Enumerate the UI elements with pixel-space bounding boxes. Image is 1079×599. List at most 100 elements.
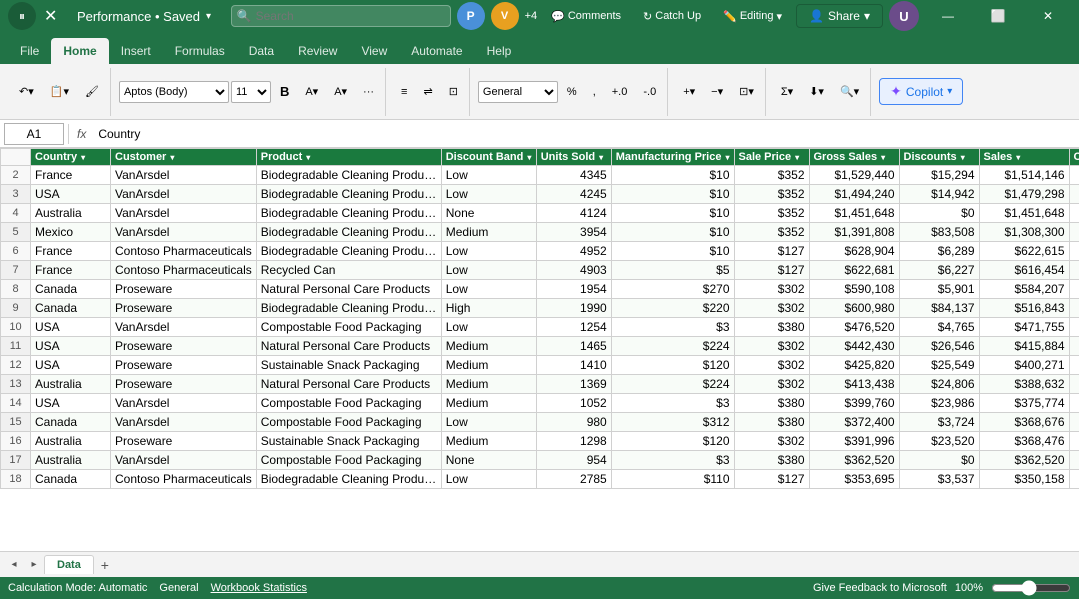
cell-units[interactable]: 1954 xyxy=(536,280,611,299)
cell-sales[interactable]: $471,755 xyxy=(979,318,1069,337)
cell-cogs[interactable]: $ xyxy=(1069,185,1079,204)
cell-sale-price[interactable]: $380 xyxy=(734,413,809,432)
filter-arrow-f[interactable]: ▾ xyxy=(725,153,729,162)
cell-product[interactable]: Natural Personal Care Products xyxy=(256,375,441,394)
title-arrow[interactable]: ▾ xyxy=(206,11,211,22)
filter-arrow-b[interactable]: ▾ xyxy=(170,153,174,162)
clipboard-button[interactable]: 📋▾ xyxy=(43,81,76,102)
cell-discount[interactable]: Low xyxy=(441,185,536,204)
cell-sales[interactable]: $584,207 xyxy=(979,280,1069,299)
filter-arrow-h[interactable]: ▾ xyxy=(881,153,885,162)
table-row[interactable]: 2 France VanArsdel Biodegradable Cleanin… xyxy=(1,166,1079,185)
table-row[interactable]: 16 Australia Proseware Sustainable Snack… xyxy=(1,432,1079,451)
cell-customer[interactable]: VanArsdel xyxy=(111,204,257,223)
cell-product[interactable]: Biodegradable Cleaning Products xyxy=(256,166,441,185)
tab-review[interactable]: Review xyxy=(286,38,349,64)
cell-country[interactable]: USA xyxy=(31,356,111,375)
cell-customer[interactable]: VanArsdel xyxy=(111,318,257,337)
cell-gross-sales[interactable]: $425,820 xyxy=(809,356,899,375)
cell-discount[interactable]: High xyxy=(441,299,536,318)
cell-cogs[interactable]: $ xyxy=(1069,261,1079,280)
table-row[interactable]: 15 Canada VanArsdel Compostable Food Pac… xyxy=(1,413,1079,432)
cell-gross-sales[interactable]: $622,681 xyxy=(809,261,899,280)
tab-data[interactable]: Data xyxy=(237,38,286,64)
cell-country[interactable]: USA xyxy=(31,394,111,413)
delete-cells-button[interactable]: −▾ xyxy=(704,81,730,102)
cell-discounts[interactable]: $6,227 xyxy=(899,261,979,280)
cell-customer[interactable]: Contoso Pharmaceuticals xyxy=(111,261,257,280)
cell-discount[interactable]: Low xyxy=(441,413,536,432)
tab-formulas[interactable]: Formulas xyxy=(163,38,237,64)
cell-discounts[interactable]: $25,549 xyxy=(899,356,979,375)
cell-discounts[interactable]: $6,289 xyxy=(899,242,979,261)
col-header-k[interactable]: COGS▾ xyxy=(1069,149,1079,166)
formula-input[interactable]: Country xyxy=(94,123,1075,145)
cell-gross-sales[interactable]: $372,400 xyxy=(809,413,899,432)
cell-cogs[interactable]: $3 xyxy=(1069,375,1079,394)
cell-country[interactable]: Australia xyxy=(31,451,111,470)
cell-gross-sales[interactable]: $1,391,808 xyxy=(809,223,899,242)
cell-sale-price[interactable]: $302 xyxy=(734,356,809,375)
cell-mfg-price[interactable]: $120 xyxy=(611,432,734,451)
cell-gross-sales[interactable]: $413,438 xyxy=(809,375,899,394)
fill-color-button[interactable]: A▾ xyxy=(298,81,325,102)
cell-gross-sales[interactable]: $362,520 xyxy=(809,451,899,470)
tab-insert[interactable]: Insert xyxy=(109,38,163,64)
workbook-stats[interactable]: Workbook Statistics xyxy=(211,582,307,594)
cell-discounts[interactable]: $14,942 xyxy=(899,185,979,204)
cell-sale-price[interactable]: $352 xyxy=(734,204,809,223)
sum-button[interactable]: Σ▾ xyxy=(774,81,800,102)
cell-product[interactable]: Natural Personal Care Products xyxy=(256,280,441,299)
cell-sale-price[interactable]: $352 xyxy=(734,185,809,204)
cell-product[interactable]: Compostable Food Packaging xyxy=(256,394,441,413)
cell-discounts[interactable]: $23,520 xyxy=(899,432,979,451)
cell-cogs[interactable]: $ xyxy=(1069,451,1079,470)
col-header-a[interactable]: Country▾ xyxy=(31,149,111,166)
cell-mfg-price[interactable]: $3 xyxy=(611,394,734,413)
cell-cogs[interactable]: $1 xyxy=(1069,432,1079,451)
col-header-i[interactable]: Discounts▾ xyxy=(899,149,979,166)
cell-discounts[interactable]: $3,537 xyxy=(899,470,979,489)
cell-discount[interactable]: Medium xyxy=(441,432,536,451)
cell-mfg-price[interactable]: $3 xyxy=(611,318,734,337)
cell-country[interactable]: Canada xyxy=(31,470,111,489)
cell-cogs[interactable]: $3 xyxy=(1069,413,1079,432)
cell-sale-price[interactable]: $380 xyxy=(734,451,809,470)
cell-discount[interactable]: Medium xyxy=(441,356,536,375)
table-row[interactable]: 11 USA Proseware Natural Personal Care P… xyxy=(1,337,1079,356)
col-header-g[interactable]: Sale Price▾ xyxy=(734,149,809,166)
cell-gross-sales[interactable]: $1,494,240 xyxy=(809,185,899,204)
restore-button[interactable]: ⬜ xyxy=(975,2,1021,30)
cell-mfg-price[interactable]: $10 xyxy=(611,223,734,242)
cell-sale-price[interactable]: $380 xyxy=(734,394,809,413)
cell-sales[interactable]: $362,520 xyxy=(979,451,1069,470)
cell-cogs[interactable]: $4 xyxy=(1069,299,1079,318)
cell-sales[interactable]: $415,884 xyxy=(979,337,1069,356)
font-name-select[interactable]: Aptos (Body) xyxy=(119,81,229,103)
cell-cogs[interactable]: $1 xyxy=(1069,356,1079,375)
cell-country[interactable]: Mexico xyxy=(31,223,111,242)
filter-arrow-c[interactable]: ▾ xyxy=(306,153,310,162)
cell-mfg-price[interactable]: $220 xyxy=(611,299,734,318)
cell-gross-sales[interactable]: $442,430 xyxy=(809,337,899,356)
cell-country[interactable]: USA xyxy=(31,337,111,356)
table-row[interactable]: 14 USA VanArsdel Compostable Food Packag… xyxy=(1,394,1079,413)
merge-button[interactable]: ⊡ xyxy=(442,81,465,102)
col-header-j[interactable]: Sales▾ xyxy=(979,149,1069,166)
catch-up-button[interactable]: ↻ Catch Up xyxy=(635,7,709,26)
filter-arrow-i[interactable]: ▾ xyxy=(961,153,965,162)
cell-mfg-price[interactable]: $312 xyxy=(611,413,734,432)
cell-sales[interactable]: $368,676 xyxy=(979,413,1069,432)
comments-button[interactable]: 💬 Comments xyxy=(543,7,629,26)
cell-country[interactable]: Canada xyxy=(31,413,111,432)
cell-country[interactable]: Canada xyxy=(31,299,111,318)
cell-discounts[interactable]: $15,294 xyxy=(899,166,979,185)
filter-arrow-a[interactable]: ▾ xyxy=(81,153,85,162)
find-button[interactable]: 🔍▾ xyxy=(833,81,866,102)
cell-country[interactable]: France xyxy=(31,166,111,185)
name-box[interactable]: A1 xyxy=(4,123,64,145)
tab-view[interactable]: View xyxy=(349,38,399,64)
insert-cells-button[interactable]: +▾ xyxy=(676,81,702,102)
cell-discounts[interactable]: $84,137 xyxy=(899,299,979,318)
cell-product[interactable]: Compostable Food Packaging xyxy=(256,413,441,432)
